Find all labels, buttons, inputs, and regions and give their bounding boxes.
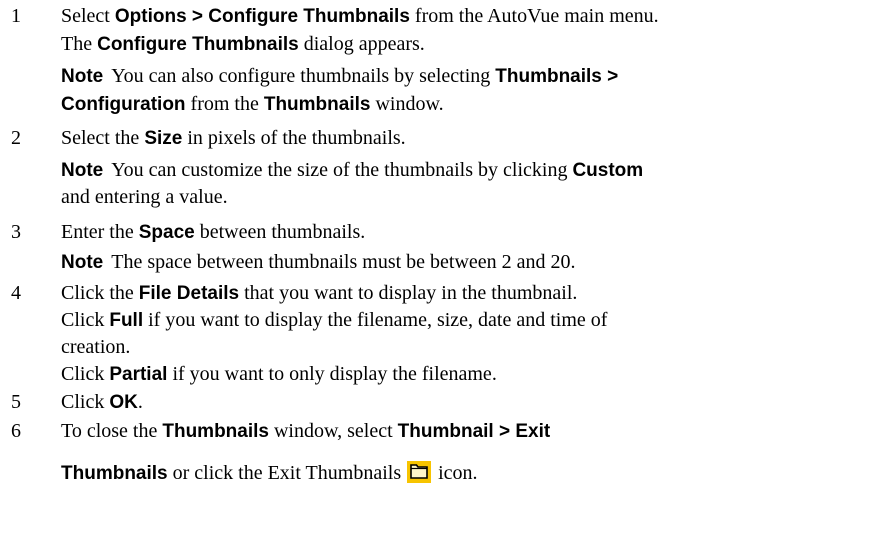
step-3-note-line-1: Note The space between thumbnails must be… [0,249,873,275]
step-text: if you want to only display the filename… [167,363,497,385]
step-text: Select [61,5,115,27]
note-text: and entering a value. [61,186,228,208]
step-text: from the AutoVue main menu. [409,5,659,27]
step-4-line-2: Click Full if you want to display the fi… [0,307,873,333]
note-text: The space between thumbnails must be bet… [111,251,576,273]
note-text: from the [185,93,264,115]
step-text: Select the [61,127,145,149]
step-5-line-1: 5 Click OK. [0,389,873,415]
step-4-line-1: 4 Click the File Details that you want t… [0,280,873,306]
step-2-line-1: 2 Select the Size in pixels of the thumb… [0,125,873,151]
step-text: Click [61,363,110,385]
step-text: Click [61,391,110,413]
step-text: in pixels of the thumbnails. [182,127,406,149]
folder-icon [407,461,432,484]
note-text: window. [370,93,444,115]
step-text: or click the Exit Thumbnails [167,462,402,484]
field-name: File Details [138,283,240,304]
step-4-line-4: Click Partial if you want to only displa… [0,361,873,387]
note-label: Note [61,252,104,273]
option-name: Partial [109,364,168,385]
step-2-note-line-1: Note You can customize the size of the th… [0,157,873,183]
step-4-line-3: creation. [0,334,873,360]
step-1-note-line-2: Configuration from the Thumbnails window… [0,91,873,117]
step-text: icon. [438,462,478,484]
step-number: 2 [11,127,21,149]
menu-path: Options > Configure Thumbnails [114,6,410,27]
step-text: between thumbnails. [194,221,366,243]
button-name: OK [109,392,138,413]
note-text: You can also configure thumbnails by sel… [111,65,496,87]
field-name: Space [138,222,195,243]
step-text: creation. [61,336,131,358]
step-number: 3 [11,221,21,243]
step-text: dialog appears. [298,33,425,55]
dialog-name: Configure Thumbnails [97,34,299,55]
note-text: You can customize the size of the thumbn… [111,159,573,181]
step-number: 4 [11,282,21,304]
step-3-line-1: 3 Enter the Space between thumbnails. [0,219,873,245]
step-text: that you want to display in the thumbnai… [239,282,578,304]
step-6-line-1: 6 To close the Thumbnails window, select… [0,418,873,444]
note-label: Note [61,66,104,87]
step-number: 6 [11,420,21,442]
step-1-line-1: 1 Select Options > Configure Thumbnails … [0,3,873,29]
menu-path: Thumbnails > [495,66,619,87]
window-name: Thumbnails [263,94,371,115]
step-text: To close the [61,420,163,442]
menu-path: Thumbnails [61,463,168,484]
step-number: 1 [11,5,21,27]
field-name: Size [144,128,183,149]
step-text: . [137,391,143,413]
menu-path: Thumbnail > Exit [397,421,551,442]
option-name: Full [109,310,144,331]
step-text: The [61,33,98,55]
step-text: window, select [268,420,398,442]
step-text: Click [61,309,110,331]
step-text: if you want to display the filename, siz… [143,309,608,331]
step-number: 5 [11,391,21,413]
menu-path: Configuration [61,94,186,115]
window-name: Thumbnails [162,421,269,442]
step-text: Click the [61,282,139,304]
step-1-line-2: The Configure Thumbnails dialog appears. [0,31,873,57]
step-1-note-line-1: Note You can also configure thumbnails by… [0,63,873,89]
step-6-line-2: Thumbnails or click the Exit Thumbnails i… [0,460,873,486]
step-2-note-line-2: and entering a value. [0,184,873,210]
note-label: Note [61,160,104,181]
option-name: Custom [572,160,644,181]
step-text: Enter the [61,221,139,243]
document-page: 1 Select Options > Configure Thumbnails … [0,0,873,541]
